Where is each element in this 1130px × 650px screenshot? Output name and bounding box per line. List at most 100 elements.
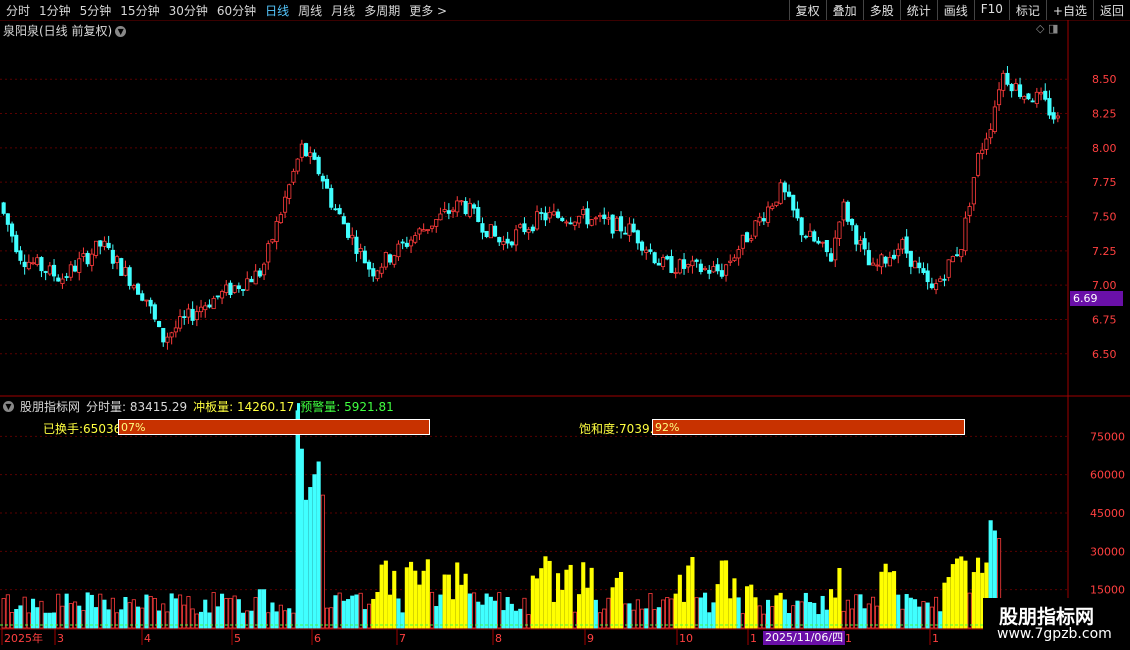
candle-body <box>577 215 582 224</box>
volume-bar <box>690 557 695 629</box>
candle-body <box>1 202 6 214</box>
volume-bar <box>921 601 926 629</box>
candle-body <box>787 191 792 197</box>
candle-body <box>988 129 993 139</box>
price-tick-label: 6.75 <box>1092 313 1117 326</box>
volume-bar <box>173 598 178 629</box>
candle-body <box>547 212 552 219</box>
volume-bar <box>858 594 863 629</box>
volume-bar <box>833 597 838 629</box>
candle-body <box>257 270 262 277</box>
volume-bar <box>703 592 708 629</box>
chart-canvas: 6.506.757.007.257.507.758.008.258.501500… <box>0 20 1130 650</box>
volume-tick-label: 45000 <box>1090 507 1125 520</box>
indicator-title: ▼ 股朋指标网 分时量: 83415.29 冲板量: 14260.17 预警量:… <box>3 398 394 415</box>
candle-body <box>1047 98 1052 116</box>
current-price-tag: 6.69 <box>1070 291 1123 306</box>
volume-bar <box>152 597 157 629</box>
volume-bar <box>854 594 859 629</box>
candle-body <box>665 256 670 260</box>
candle-body <box>261 263 267 276</box>
volume-bar <box>194 613 199 629</box>
candle-body <box>446 210 451 214</box>
candle-body <box>224 284 229 293</box>
candle-body <box>135 283 141 295</box>
candle-body <box>946 259 951 278</box>
x-tick-label: 8 <box>495 632 502 645</box>
volume-bar <box>186 596 191 629</box>
candle-body <box>728 260 733 263</box>
volume-bar <box>274 611 279 629</box>
window-icon[interactable]: ◨ <box>1048 22 1058 35</box>
x-tick-label: 5 <box>234 632 241 645</box>
candle-body <box>362 250 367 264</box>
candle-body <box>287 184 292 199</box>
volume-bar <box>635 599 640 629</box>
candle-body <box>425 229 430 231</box>
volume-bar <box>345 599 351 629</box>
candle-body <box>955 254 960 257</box>
saturation-value: 92% <box>655 421 680 434</box>
candle-body <box>640 241 645 251</box>
candle-body <box>102 240 107 247</box>
candle-body <box>198 306 204 313</box>
volume-bar <box>950 564 955 629</box>
volume-bar <box>131 599 136 629</box>
candle-body <box>644 249 649 253</box>
volume-bar <box>471 592 477 629</box>
volume-bar <box>261 589 267 629</box>
candle-body <box>837 221 842 239</box>
candle-body <box>1005 72 1010 85</box>
volume-bar <box>892 571 897 629</box>
candle-body <box>123 267 128 276</box>
volume-bar <box>392 570 397 629</box>
x-tick-label: 1 <box>750 632 757 645</box>
volume-bar <box>39 600 44 629</box>
yujing-volume-label: 预警量: 5921.81 <box>300 400 394 414</box>
candle-body <box>522 223 527 233</box>
volume-bar <box>52 612 57 629</box>
candle-body <box>564 221 569 224</box>
volume-bar <box>85 592 90 629</box>
candle-body <box>73 265 78 272</box>
candle-body <box>60 278 65 284</box>
volume-bar <box>341 600 346 629</box>
candle-body <box>808 230 813 237</box>
volume-bar <box>421 570 426 629</box>
candle-body <box>190 308 195 321</box>
candle-body <box>1013 83 1018 91</box>
candle-body <box>673 272 678 274</box>
candle-body <box>22 261 27 268</box>
volume-bar <box>236 599 241 629</box>
candle-body <box>106 242 111 249</box>
candle-body <box>47 265 52 275</box>
volume-bar <box>829 589 834 629</box>
candle-body <box>463 201 468 215</box>
volume-bar <box>177 594 183 629</box>
candle-body <box>887 256 892 267</box>
volume-bar <box>816 614 821 629</box>
candle-body <box>18 250 23 261</box>
candle-body <box>820 241 825 244</box>
chevron-down-icon[interactable]: ▼ <box>115 26 127 37</box>
candle-body <box>299 143 304 158</box>
candle-body <box>799 217 804 236</box>
candle-body <box>9 223 15 237</box>
candle-body <box>316 156 321 175</box>
price-tick-label: 7.25 <box>1092 245 1117 258</box>
candle-body <box>879 254 884 268</box>
price-tick-label: 7.50 <box>1092 211 1117 224</box>
candle-body <box>211 298 216 310</box>
volume-bar <box>5 594 10 629</box>
chevron-down-icon[interactable]: ▼ <box>3 401 14 412</box>
volume-bar <box>198 611 204 629</box>
diamond-icon[interactable]: ◇ <box>1036 22 1044 35</box>
candle-body <box>875 264 880 267</box>
candle-body <box>400 241 405 244</box>
volume-bar <box>766 599 771 629</box>
candle-body <box>35 257 40 265</box>
candle-body <box>535 211 540 230</box>
candle-body <box>530 226 535 232</box>
candle-body <box>329 188 334 208</box>
candle-body <box>345 222 351 238</box>
